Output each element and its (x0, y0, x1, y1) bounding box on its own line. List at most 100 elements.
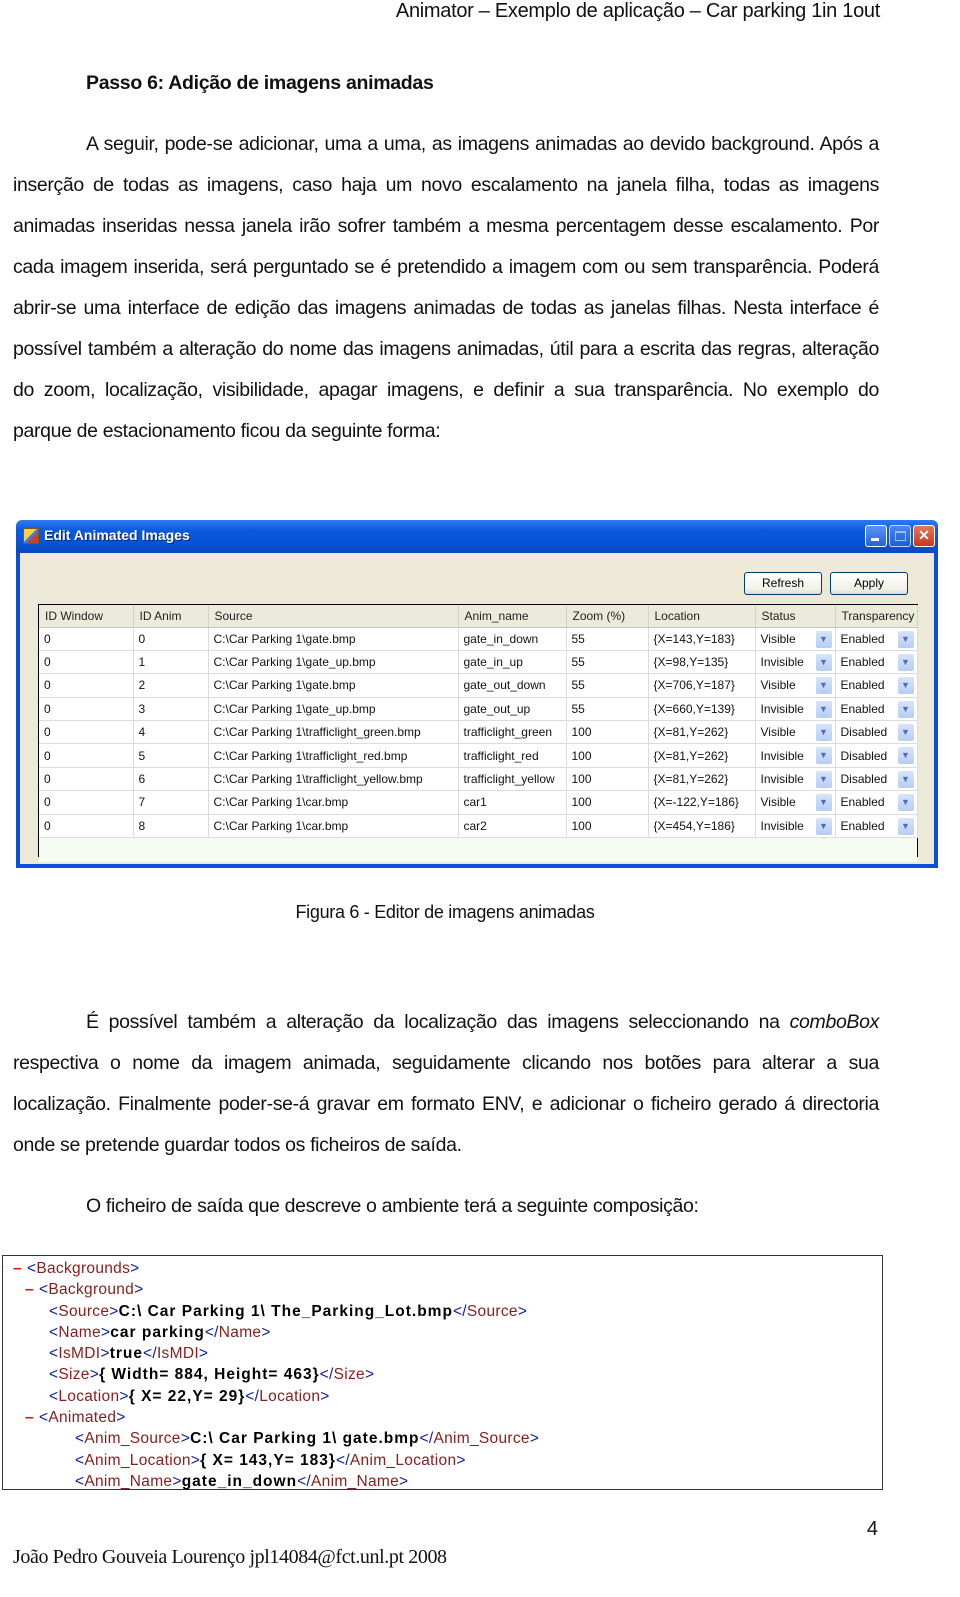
table-cell[interactable]: {X=81,Y=262} (648, 720, 756, 745)
table-row[interactable]: 0 7 C:\Car Parking 1\car.bmp car1 100 {X=-122… (39, 790, 918, 815)
table-cell[interactable]: C:\Car Parking 1\trafficlight_yellow.bmp (208, 767, 459, 792)
table-row[interactable]: 0 3 C:\Car Parking 1\gate_up.bmp gate_out_u… (39, 697, 918, 722)
collapse-toggle[interactable]: – (25, 1407, 39, 1428)
column-header[interactable]: Location (648, 605, 756, 628)
status-combobox[interactable]: Visible ▼ (755, 790, 836, 815)
chevron-down-icon[interactable]: ▼ (815, 653, 832, 671)
transparency-combobox[interactable]: Enabled ▼ (835, 697, 918, 722)
table-cell[interactable]: 0 (133, 627, 209, 651)
apply-button[interactable]: Apply (830, 572, 908, 595)
column-header[interactable]: Status (755, 605, 836, 628)
table-cell[interactable]: 0 (39, 790, 134, 815)
status-combobox[interactable]: Visible ▼ (755, 673, 836, 698)
table-cell[interactable]: 1 (133, 650, 209, 675)
table-cell[interactable]: {X=81,Y=262} (648, 743, 756, 768)
chevron-down-icon[interactable]: ▼ (815, 677, 832, 695)
table-row[interactable]: 0 0 C:\Car Parking 1\gate.bmp gate_in_down 5… (39, 627, 918, 651)
table-cell[interactable]: 55 (566, 673, 649, 698)
table-cell[interactable]: 100 (566, 767, 649, 792)
table-cell[interactable]: 8 (133, 814, 209, 839)
table-cell[interactable]: 0 (39, 767, 134, 792)
table-cell[interactable]: {X=81,Y=262} (648, 767, 756, 792)
table-cell[interactable]: gate_out_down (458, 673, 567, 698)
chevron-down-icon[interactable]: ▼ (815, 630, 832, 648)
status-combobox[interactable]: Invisible ▼ (755, 697, 836, 722)
table-row[interactable]: 0 1 C:\Car Parking 1\gate_up.bmp gate_in_up… (39, 650, 918, 675)
chevron-down-icon[interactable]: ▼ (815, 817, 832, 835)
chevron-down-icon[interactable]: ▼ (897, 724, 914, 742)
transparency-combobox[interactable]: Enabled ▼ (835, 790, 918, 815)
chevron-down-icon[interactable]: ▼ (815, 700, 832, 718)
table-cell[interactable]: {X=98,Y=135} (648, 650, 756, 675)
table-cell[interactable]: C:\Car Parking 1\trafficlight_red.bmp (208, 743, 459, 768)
table-cell[interactable]: trafficlight_red (458, 743, 567, 768)
table-cell[interactable]: C:\Car Parking 1\car.bmp (208, 814, 459, 839)
chevron-down-icon[interactable]: ▼ (897, 770, 914, 788)
table-cell[interactable]: 100 (566, 743, 649, 768)
table-cell[interactable]: trafficlight_green (458, 720, 567, 745)
table-cell[interactable]: gate_out_up (458, 697, 567, 722)
chevron-down-icon[interactable]: ▼ (815, 724, 832, 742)
transparency-combobox[interactable]: Enabled ▼ (835, 627, 918, 651)
window-titlebar[interactable]: Edit Animated Images ✕ (16, 520, 938, 553)
collapse-toggle[interactable]: – (25, 1279, 39, 1300)
column-header[interactable]: Source (208, 605, 459, 628)
table-cell[interactable]: gate_in_up (458, 650, 567, 675)
chevron-down-icon[interactable]: ▼ (815, 770, 832, 788)
animated-images-grid[interactable]: ID Window ID Anim Source Anim_name Zoom (%) L… (38, 604, 918, 862)
table-cell[interactable]: car2 (458, 814, 567, 839)
chevron-down-icon[interactable]: ▼ (897, 653, 914, 671)
status-combobox[interactable]: Invisible ▼ (755, 814, 836, 839)
chevron-down-icon[interactable]: ▼ (897, 817, 914, 835)
table-row[interactable]: 0 6 C:\Car Parking 1\trafficlight_yellow.b… (39, 767, 918, 792)
table-cell[interactable]: C:\Car Parking 1\gate_up.bmp (208, 650, 459, 675)
table-cell[interactable]: {X=454,Y=186} (648, 814, 756, 839)
close-button[interactable]: ✕ (913, 525, 935, 547)
column-header[interactable]: Transparency (835, 605, 918, 628)
table-row[interactable]: 0 5 C:\Car Parking 1\trafficlight_red.bmp t… (39, 743, 918, 768)
table-cell[interactable]: 0 (39, 650, 134, 675)
column-header[interactable]: ID Anim (133, 605, 209, 628)
table-cell[interactable]: 55 (566, 627, 649, 651)
transparency-combobox[interactable]: Disabled ▼ (835, 743, 918, 768)
table-cell[interactable]: 100 (566, 720, 649, 745)
table-cell[interactable]: 100 (566, 790, 649, 815)
transparency-combobox[interactable]: Enabled ▼ (835, 673, 918, 698)
minimize-button[interactable] (865, 525, 887, 547)
table-cell[interactable]: {X=-122,Y=186} (648, 790, 756, 815)
table-cell[interactable]: 0 (39, 720, 134, 745)
table-cell[interactable]: 7 (133, 790, 209, 815)
status-combobox[interactable]: Invisible ▼ (755, 650, 836, 675)
table-cell[interactable]: 2 (133, 673, 209, 698)
table-cell[interactable]: C:\Car Parking 1\gate.bmp (208, 627, 459, 651)
chevron-down-icon[interactable]: ▼ (897, 630, 914, 648)
chevron-down-icon[interactable]: ▼ (897, 747, 914, 765)
table-row[interactable]: 0 2 C:\Car Parking 1\gate.bmp gate_out_down… (39, 673, 918, 698)
table-cell[interactable]: 100 (566, 814, 649, 839)
table-cell[interactable]: 0 (39, 673, 134, 698)
transparency-combobox[interactable]: Disabled ▼ (835, 720, 918, 745)
table-cell[interactable]: C:\Car Parking 1\car.bmp (208, 790, 459, 815)
table-cell[interactable]: gate_in_down (458, 627, 567, 651)
chevron-down-icon[interactable]: ▼ (897, 794, 914, 812)
status-combobox[interactable]: Invisible ▼ (755, 743, 836, 768)
column-header[interactable]: Zoom (%) (566, 605, 649, 628)
table-cell[interactable]: 5 (133, 743, 209, 768)
table-cell[interactable]: 4 (133, 720, 209, 745)
chevron-down-icon[interactable]: ▼ (897, 677, 914, 695)
table-row[interactable]: 0 4 C:\Car Parking 1\trafficlight_green.bm… (39, 720, 918, 745)
table-cell[interactable]: car1 (458, 790, 567, 815)
refresh-button[interactable]: Refresh (744, 572, 822, 595)
table-cell[interactable]: 0 (39, 697, 134, 722)
transparency-combobox[interactable]: Enabled ▼ (835, 814, 918, 839)
table-cell[interactable]: {X=706,Y=187} (648, 673, 756, 698)
table-cell[interactable]: C:\Car Parking 1\trafficlight_green.bmp (208, 720, 459, 745)
table-cell[interactable]: 0 (39, 743, 134, 768)
transparency-combobox[interactable]: Disabled ▼ (835, 767, 918, 792)
table-cell[interactable]: {X=660,Y=139} (648, 697, 756, 722)
maximize-button[interactable] (889, 525, 911, 547)
collapse-toggle[interactable]: – (13, 1258, 27, 1279)
table-cell[interactable]: trafficlight_yellow (458, 767, 567, 792)
chevron-down-icon[interactable]: ▼ (815, 747, 832, 765)
status-combobox[interactable]: Visible ▼ (755, 720, 836, 745)
